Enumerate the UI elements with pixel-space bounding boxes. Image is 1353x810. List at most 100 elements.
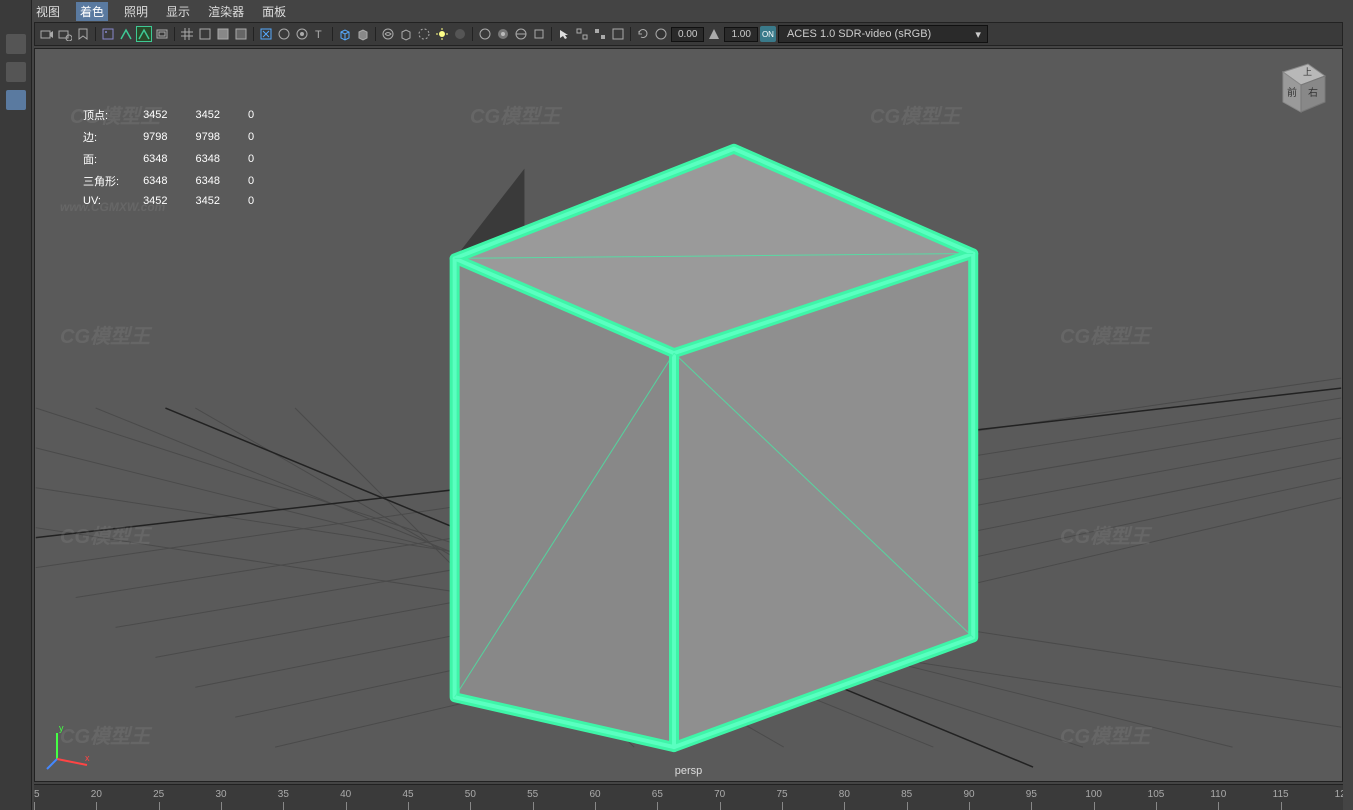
svg-text:y: y [59,723,64,733]
gamma-value[interactable]: 1.00 [724,27,757,42]
ruler-tick-label: 85 [901,789,912,800]
wireframe-cube-icon[interactable] [337,26,353,42]
menu-shading[interactable]: 着色 [76,2,108,21]
ruler-tick [346,802,347,810]
snap-curve-icon[interactable] [592,26,608,42]
textured-icon[interactable] [380,26,396,42]
exposure-down-icon[interactable] [653,26,669,42]
ruler-tick [1031,802,1032,810]
table-row: 面:634863480 [77,149,274,169]
ruler-tick-label: 120 [1335,789,1343,800]
separator [332,27,333,41]
gamma-down-icon[interactable] [706,26,722,42]
ruler-tick-label: 55 [527,789,538,800]
snap-grid-icon[interactable] [574,26,590,42]
viewport-3d[interactable]: 顶点:345234520 边:979897980 面:634863480 三角形… [34,48,1343,782]
panel-toolbar: T 0.00 1.00 ON ACES 1.0 SDR-video (sRGB) [34,22,1343,46]
resolution-gate-icon[interactable] [136,26,152,42]
use-all-lights-icon[interactable] [398,26,414,42]
svg-text:右: 右 [1308,86,1318,99]
ruler-tick-label: 65 [652,789,663,800]
ruler-tick [907,802,908,810]
ruler-tick [1281,802,1282,810]
ruler-tick-label: 70 [714,789,725,800]
separator [95,27,96,41]
table-row: UV:345234520 [77,193,274,209]
poly-stats-hud: 顶点:345234520 边:979897980 面:634863480 三角形… [75,103,276,211]
camera-settings-icon[interactable] [57,26,73,42]
axis-gizmo-icon: y x [45,721,95,771]
panel-menubar: 视图 着色 照明 显示 渲染器 面板 [34,2,288,20]
ruler-tick-label: 35 [278,789,289,800]
ruler-tick [1218,802,1219,810]
ruler-tick-label: 40 [340,789,351,800]
shading-wireframe-icon[interactable] [197,26,213,42]
ruler-tick-label: 110 [1210,789,1226,800]
table-row: 边:979897980 [77,127,274,147]
menu-view[interactable]: 视图 [34,3,62,20]
shading-smooth-icon[interactable] [215,26,231,42]
ruler-tick [34,802,35,810]
tool-active-icon[interactable] [6,90,26,110]
time-slider[interactable]: 1520253035404550556065707580859095100105… [34,784,1343,810]
shadows-icon[interactable] [416,26,432,42]
gate-mask-icon[interactable] [154,26,170,42]
ruler-tick-label: 95 [1026,789,1037,800]
isolate-select-icon[interactable] [258,26,274,42]
stats-table: 顶点:345234520 边:979897980 面:634863480 三角形… [75,103,276,211]
colorspace-dropdown[interactable]: ACES 1.0 SDR-video (sRGB) [778,25,988,43]
refresh-icon[interactable] [635,26,651,42]
dof-icon[interactable] [513,26,529,42]
menu-renderer[interactable]: 渲染器 [206,3,246,20]
exposure-value[interactable]: 0.00 [671,27,704,42]
grid-icon[interactable] [179,26,195,42]
xray-icon[interactable] [276,26,292,42]
snap-point-icon[interactable] [610,26,626,42]
light-icon[interactable] [434,26,450,42]
color-management-icon[interactable]: ON [760,26,776,42]
table-row: 顶点:345234520 [77,105,274,125]
fog-icon[interactable] [495,26,511,42]
cursor-icon[interactable] [556,26,572,42]
ruler-tick [159,802,160,810]
ruler-tick-label: 60 [589,789,600,800]
aa-icon[interactable] [531,26,547,42]
ruler-tick [720,802,721,810]
menu-panels[interactable]: 面板 [260,3,288,20]
camera-name-label: persp [675,765,703,777]
ruler-tick [408,802,409,810]
ruler-tick-label: 20 [91,789,102,800]
svg-text:T: T [315,29,322,41]
ruler-tick [657,802,658,810]
svg-text:x: x [85,753,90,763]
menu-lighting[interactable]: 照明 [122,3,150,20]
shading-flat-icon[interactable] [233,26,249,42]
xray-joints-icon[interactable] [294,26,310,42]
ruler-tick [782,802,783,810]
svg-text:前: 前 [1287,86,1297,99]
ruler-tick-label: 90 [963,789,974,800]
film-gate-icon[interactable] [118,26,134,42]
ao-icon[interactable] [452,26,468,42]
separator [630,27,631,41]
image-plane-icon[interactable] [100,26,116,42]
motion-blur-icon[interactable] [477,26,493,42]
separator [253,27,254,41]
shaded-cube-icon[interactable] [355,26,371,42]
table-row: 三角形:634863480 [77,171,274,191]
ruler-tick [96,802,97,810]
separator [551,27,552,41]
ruler-tick-label: 30 [215,789,226,800]
tool-select-icon[interactable] [6,34,26,54]
svg-text:上: 上 [1303,67,1312,77]
tool-move-icon[interactable] [6,62,26,82]
menu-show[interactable]: 显示 [164,3,192,20]
select-camera-icon[interactable] [39,26,55,42]
bookmark-icon[interactable] [75,26,91,42]
text-icon[interactable]: T [312,26,328,42]
ruler-tick-label: 25 [153,789,164,800]
viewcube[interactable]: 上 前 右 [1263,52,1333,122]
ruler-tick [533,802,534,810]
ruler-tick [1094,802,1095,810]
separator [472,27,473,41]
